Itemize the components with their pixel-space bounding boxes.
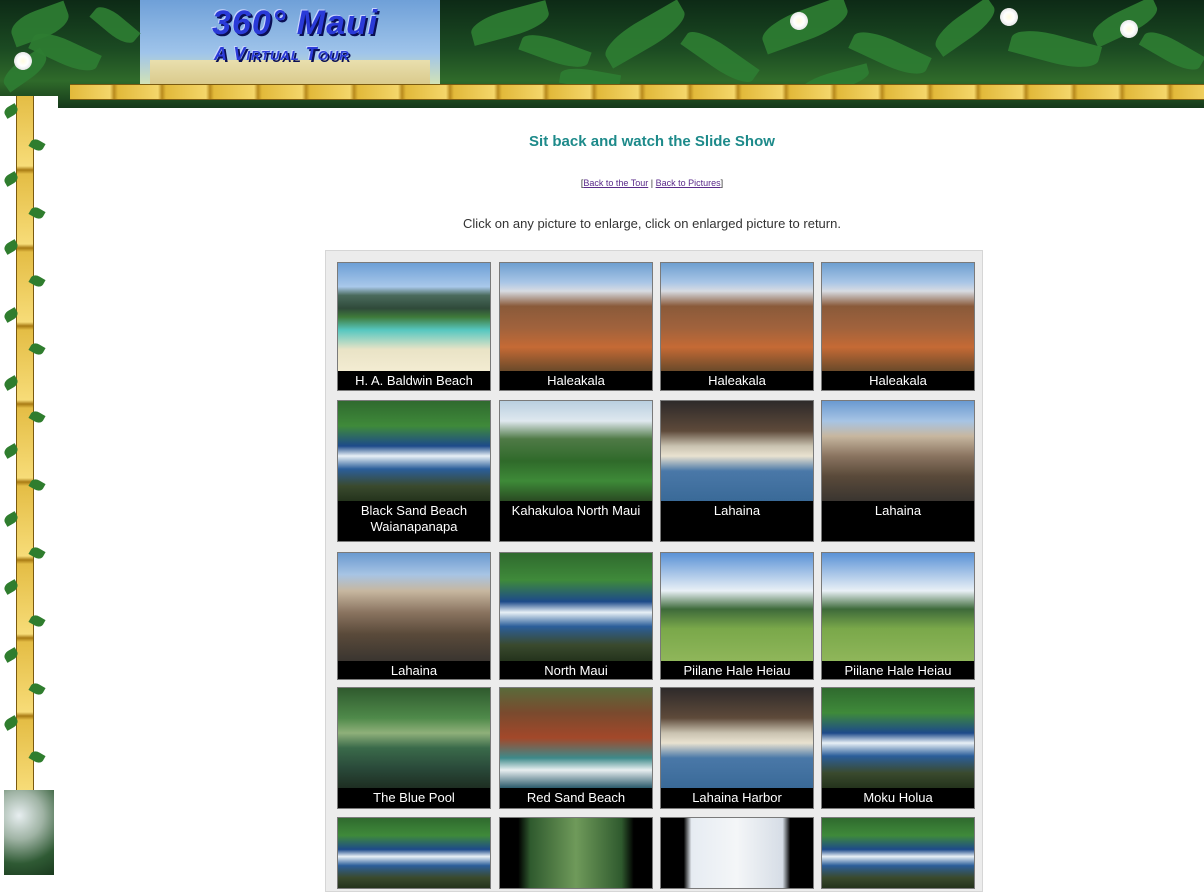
leaf-decoration bbox=[680, 24, 760, 90]
gallery-thumbnail[interactable]: North Maui bbox=[499, 552, 653, 680]
thumbnail-caption: North Maui bbox=[544, 663, 608, 678]
thumbnail-caption: Lahaina Harbor bbox=[692, 790, 782, 805]
thumbnail-caption: Lahaina bbox=[713, 503, 761, 518]
back-to-tour-link[interactable]: Back to the Tour bbox=[583, 178, 648, 188]
nav-links: [Back to the Tour | Back to Pictures] bbox=[0, 178, 1204, 188]
harbor-photo[interactable] bbox=[661, 688, 813, 788]
thumbnail-caption: Haleakala bbox=[547, 373, 605, 388]
coast-photo[interactable] bbox=[338, 818, 490, 888]
street-photo[interactable] bbox=[338, 553, 490, 661]
plumeria-flower bbox=[1000, 8, 1018, 26]
leaf-decoration bbox=[1138, 25, 1204, 77]
gallery-thumbnail[interactable]: Haleakala bbox=[821, 262, 975, 391]
plumeria-flower bbox=[1120, 20, 1138, 38]
crater-photo[interactable] bbox=[500, 263, 652, 371]
thumbnail-caption: Kahakuloa North Maui bbox=[511, 503, 641, 518]
gallery-thumbnail[interactable]: Haleakala bbox=[499, 262, 653, 391]
gallery-thumbnail[interactable]: Haleakala bbox=[660, 262, 814, 391]
back-to-pictures-link[interactable]: Back to Pictures bbox=[656, 178, 721, 188]
thumbnail-caption: Haleakala bbox=[708, 373, 766, 388]
site-logo-title[interactable]: 360° Maui bbox=[212, 4, 378, 43]
thumbnail-caption: Lahaina bbox=[874, 503, 922, 518]
gallery-thumbnail[interactable] bbox=[499, 817, 653, 889]
thumbnail-caption: Piilane Hale Heiau bbox=[683, 663, 791, 678]
valley-photo[interactable] bbox=[500, 401, 652, 501]
beach-photo[interactable] bbox=[338, 263, 490, 371]
gallery-thumbnail[interactable]: Piilane Hale Heiau bbox=[821, 552, 975, 680]
thumbnail-caption: The Blue Pool bbox=[373, 790, 455, 805]
coast-photo[interactable] bbox=[338, 401, 490, 501]
gallery-thumbnail[interactable]: Piilane Hale Heiau bbox=[660, 552, 814, 680]
gallery-thumbnail[interactable]: Kahakuloa North Maui bbox=[499, 400, 653, 542]
gallery-thumbnail[interactable]: Lahaina bbox=[821, 400, 975, 542]
coast-photo[interactable] bbox=[822, 688, 974, 788]
bamboo-border-top bbox=[70, 84, 1204, 100]
flower-corner bbox=[4, 790, 54, 875]
gallery-thumbnail[interactable]: H. A. Baldwin Beach bbox=[337, 262, 491, 391]
page-heading: Sit back and watch the Slide Show bbox=[529, 133, 775, 150]
forest-photo[interactable] bbox=[500, 818, 652, 888]
sky-photo[interactable] bbox=[661, 818, 813, 888]
gallery-thumbnail[interactable]: Red Sand Beach bbox=[499, 687, 653, 809]
thumbnail-caption: Red Sand Beach bbox=[526, 790, 626, 805]
thumbnail-gallery: H. A. Baldwin Beach Haleakala Haleakala Hal… bbox=[325, 250, 983, 892]
thumbnail-caption: H. A. Baldwin Beach bbox=[355, 373, 473, 388]
leaf-decoration bbox=[1007, 23, 1103, 75]
coast-photo[interactable] bbox=[822, 818, 974, 888]
nav-bracket-close: ] bbox=[720, 178, 724, 188]
gallery-thumbnail[interactable] bbox=[660, 817, 814, 889]
field-photo[interactable] bbox=[822, 553, 974, 661]
crater-photo[interactable] bbox=[822, 263, 974, 371]
header-banner: 360° Maui A Virtual Tour bbox=[0, 0, 1204, 108]
gallery-thumbnail[interactable]: Lahaina bbox=[337, 552, 491, 680]
pool-photo[interactable] bbox=[338, 688, 490, 788]
gallery-thumbnail[interactable]: Lahaina bbox=[660, 400, 814, 542]
site-logo-subtitle[interactable]: A Virtual Tour bbox=[214, 44, 350, 65]
thumbnail-caption: Piilane Hale Heiau bbox=[844, 663, 952, 678]
gallery-thumbnail[interactable]: The Blue Pool bbox=[337, 687, 491, 809]
street-photo[interactable] bbox=[822, 401, 974, 501]
plumeria-flower bbox=[14, 52, 32, 70]
field-photo[interactable] bbox=[661, 553, 813, 661]
leaf-decoration bbox=[89, 1, 141, 49]
harbor-photo[interactable] bbox=[661, 401, 813, 501]
gallery-thumbnail[interactable]: Moku Holua bbox=[821, 687, 975, 809]
cove-photo[interactable] bbox=[500, 688, 652, 788]
leaf-decoration bbox=[929, 0, 1001, 57]
plumeria-flower bbox=[790, 12, 808, 30]
leaf-decoration bbox=[518, 28, 592, 74]
thumbnail-caption: Lahaina bbox=[390, 663, 438, 678]
leaf-decoration bbox=[599, 0, 691, 69]
coast-photo[interactable] bbox=[500, 553, 652, 661]
thumbnail-caption: Black Sand Beach Waianapanapa bbox=[360, 503, 468, 534]
nav-separator: | bbox=[648, 178, 656, 188]
bamboo-border-left bbox=[0, 96, 58, 875]
thumbnail-caption: Moku Holua bbox=[863, 790, 933, 805]
instructions-text: Click on any picture to enlarge, click o… bbox=[463, 216, 841, 231]
crater-photo[interactable] bbox=[661, 263, 813, 371]
gallery-thumbnail[interactable] bbox=[337, 817, 491, 889]
gallery-thumbnail[interactable]: Lahaina Harbor bbox=[660, 687, 814, 809]
gallery-thumbnail[interactable] bbox=[821, 817, 975, 889]
thumbnail-caption: Haleakala bbox=[869, 373, 927, 388]
gallery-thumbnail[interactable]: Black Sand Beach Waianapanapa bbox=[337, 400, 491, 542]
